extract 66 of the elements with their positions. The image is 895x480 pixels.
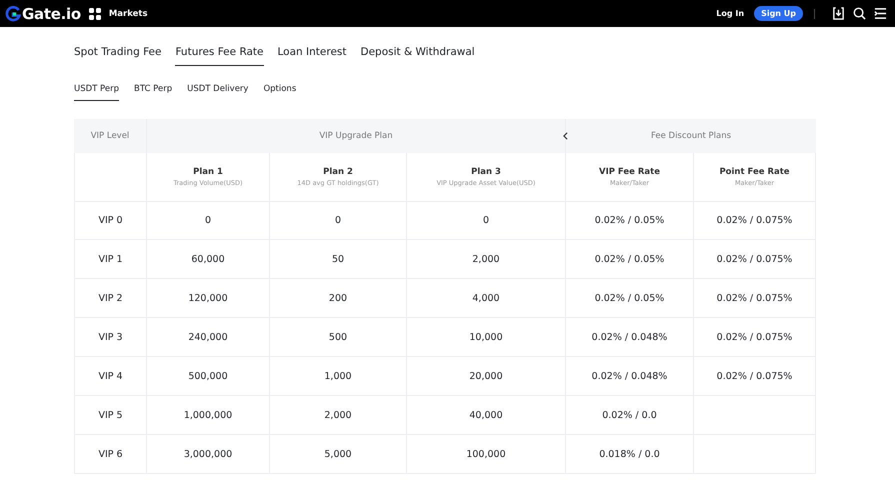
table-cell: VIP 2 <box>74 279 147 318</box>
table-cell: 0 <box>147 201 270 240</box>
table-cell: 120,000 <box>147 279 270 318</box>
table-cell: 3,000,000 <box>147 435 270 474</box>
column-title: Plan 2 <box>323 167 353 177</box>
table-cell: 240,000 <box>147 318 270 357</box>
download-icon[interactable] <box>832 7 845 20</box>
table-cell: 0.02% / 0.075% <box>694 318 816 357</box>
table-cell: 2,000 <box>270 396 407 435</box>
table-cell: 0.02% / 0.048% <box>566 357 694 396</box>
table-cell: 0.02% / 0.075% <box>694 279 816 318</box>
logo-text[interactable]: Gate.io <box>22 4 81 22</box>
table-cell: 2,000 <box>407 240 566 279</box>
table-cell: 0.02% / 0.05% <box>566 279 694 318</box>
table-cell: 0.018% / 0.0 <box>566 435 694 474</box>
contract-tab[interactable]: USDT Perp <box>74 84 119 101</box>
table-cell: 60,000 <box>147 240 270 279</box>
table-cell: 0.02% / 0.075% <box>694 201 816 240</box>
table-cell: 5,000 <box>270 435 407 474</box>
menu-icon[interactable] <box>874 7 887 20</box>
fee-tab[interactable]: Loan Interest <box>278 46 346 66</box>
table-cell: 0.02% / 0.075% <box>694 240 816 279</box>
fee-tab[interactable]: Deposit & Withdrawal <box>360 46 475 66</box>
table-cell: 500,000 <box>147 357 270 396</box>
markets-link[interactable]: Markets <box>108 8 148 18</box>
search-icon[interactable] <box>853 7 866 20</box>
contract-tab[interactable]: Options <box>263 84 296 101</box>
table-cell: VIP 5 <box>74 396 147 435</box>
grid-icon[interactable] <box>88 8 101 20</box>
table-cell: 0 <box>270 201 407 240</box>
table-cell: 0.02% / 0.048% <box>566 318 694 357</box>
column-title: VIP Fee Rate <box>599 167 660 177</box>
column-title: Plan 1 <box>193 167 223 177</box>
table-cell: 0.02% / 0.05% <box>566 201 694 240</box>
table-cell: 100,000 <box>407 435 566 474</box>
table-cell: 200 <box>270 279 407 318</box>
table-cell: 0 <box>407 201 566 240</box>
table-cell: 500 <box>270 318 407 357</box>
table-cell: 40,000 <box>407 396 566 435</box>
table-cell: 0.02% / 0.0 <box>566 396 694 435</box>
table-cell: VIP 3 <box>74 318 147 357</box>
signup-button[interactable]: Sign Up <box>754 6 803 21</box>
table-cell: 10,000 <box>407 318 566 357</box>
fee-tab[interactable]: Futures Fee Rate <box>175 46 264 66</box>
table-cell: VIP 4 <box>74 357 147 396</box>
table-cell: 4,000 <box>407 279 566 318</box>
table-cell: VIP 1 <box>74 240 147 279</box>
column-title: Plan 3 <box>471 167 501 177</box>
table-cell: 1,000 <box>270 357 407 396</box>
login-link[interactable]: Log In <box>716 9 744 18</box>
table-cell: 0.02% / 0.05% <box>566 240 694 279</box>
table-cell: 0.02% / 0.075% <box>694 357 816 396</box>
contract-tab[interactable]: BTC Perp <box>134 84 172 101</box>
header-cell: VIP Upgrade Plan <box>147 119 566 153</box>
header-text: Fee Discount Plans <box>650 131 732 141</box>
table-cell: VIP 0 <box>74 201 147 240</box>
table-cell: 50 <box>270 240 407 279</box>
table-cell: VIP 6 <box>74 435 147 474</box>
column-title: Point Fee Rate <box>719 167 790 177</box>
header-cell: VIP Level <box>74 119 147 153</box>
chevron-left-icon[interactable] <box>563 132 568 140</box>
contract-tab[interactable]: USDT Delivery <box>187 84 248 101</box>
fee-tab[interactable]: Spot Trading Fee <box>74 46 162 66</box>
table-cell: 1,000,000 <box>147 396 270 435</box>
logo-icon[interactable] <box>5 6 21 22</box>
table-cell: 20,000 <box>407 357 566 396</box>
